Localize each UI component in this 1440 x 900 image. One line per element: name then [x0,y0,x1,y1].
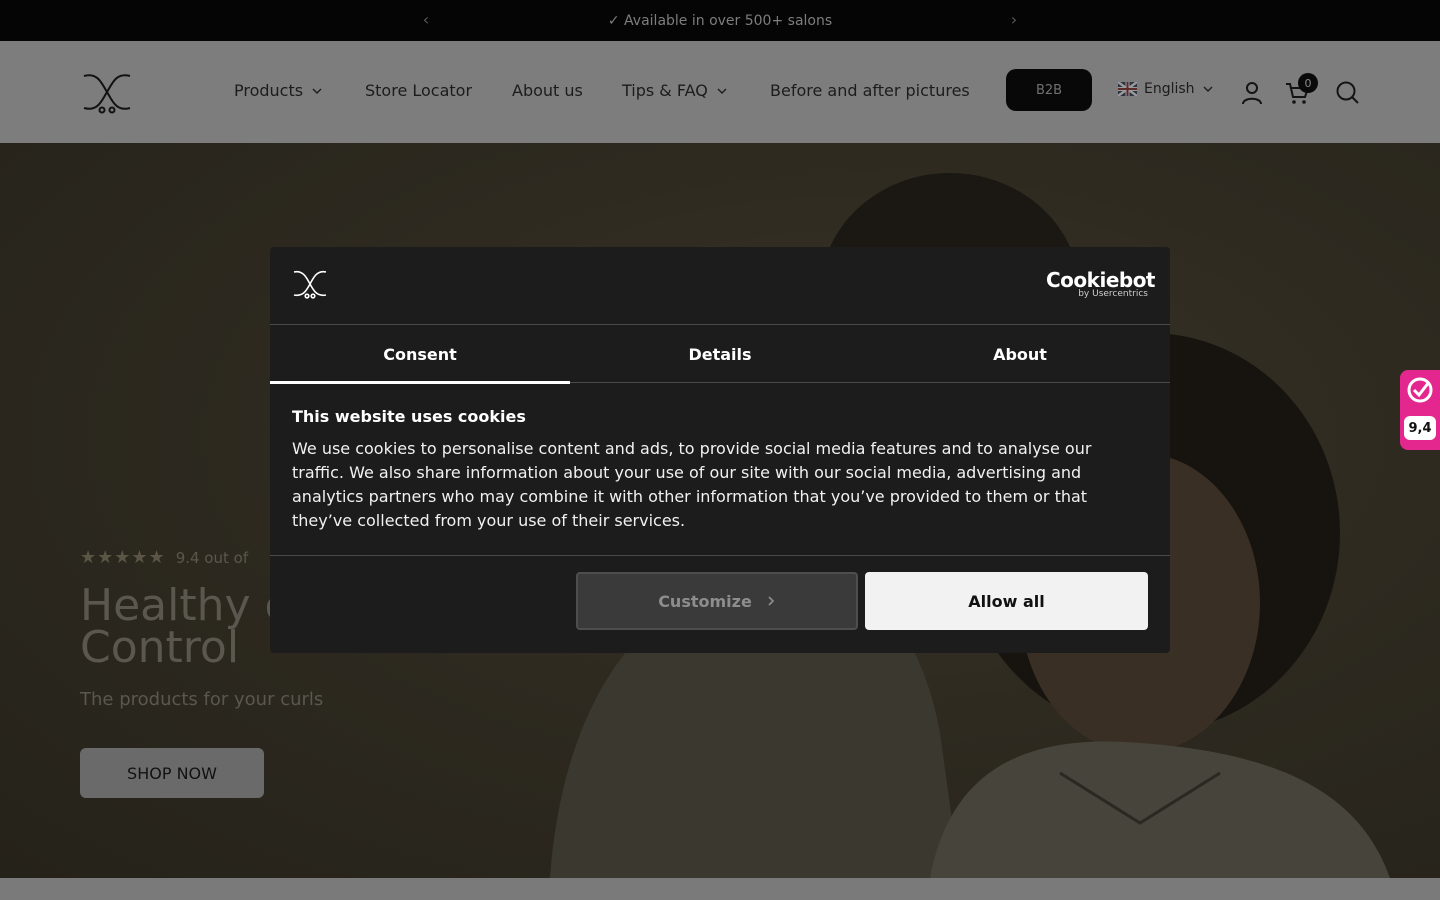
cookie-actions: Customize Allow all [270,555,1170,653]
language-selector[interactable]: English [1118,81,1214,97]
hero-subtitle: The products for your curls [80,689,324,710]
allow-all-button[interactable]: Allow all [865,572,1148,630]
brand-logo-icon [293,270,327,299]
tab-details[interactable]: Details [570,325,870,383]
nav-store-locator[interactable]: Store Locator [365,81,472,100]
announcement-text: ✓ Available in over 500+ salons [607,12,833,29]
chevron-down-icon [717,88,727,94]
announcement-bar: ‹ ✓ Available in over 500+ salons › [0,0,1440,41]
search-icon[interactable] [1335,80,1361,106]
chevron-left-icon[interactable]: ‹ [417,11,435,29]
hero-rating: ★★★★★ 9.4 out of [80,547,248,568]
nav-before-after[interactable]: Before and after pictures [770,81,970,100]
consent-tabs: Consent Details About [270,324,1170,384]
b2b-button[interactable]: B2B [1006,69,1092,111]
rating-text: 9.4 out of [175,548,249,567]
brand-logo-icon[interactable] [80,70,134,114]
cookie-consent-dialog: Cookiebot by Usercentrics Consent Detail… [270,247,1170,653]
rating-stars: ★★★★★ [80,547,166,568]
uk-flag-icon [1118,82,1137,96]
cookie-heading: This website uses cookies [292,407,526,426]
cookie-body-text: We use cookies to personalise content an… [292,439,1092,530]
chevron-right-icon [768,596,774,606]
bottom-strip [0,878,1440,900]
nav-tips-faq[interactable]: Tips & FAQ [622,81,728,100]
language-label: English [1144,81,1195,97]
nav-products[interactable]: Products [234,81,323,100]
chevron-right-icon[interactable]: › [1005,11,1023,29]
shop-now-button[interactable]: SHOP NOW [80,748,264,798]
trust-score: 9,4 [1404,416,1436,440]
chevron-down-icon [1203,86,1213,92]
chevron-down-icon [312,88,322,94]
site-header: Products Store Locator About us Tips & F… [0,41,1440,143]
tab-about[interactable]: About [870,325,1170,383]
nav-about-us[interactable]: About us [512,81,583,100]
customize-button[interactable]: Customize [576,572,858,630]
cart-count-badge: 0 [1298,73,1318,93]
tab-consent[interactable]: Consent [270,325,570,384]
cookiebot-logo[interactable]: Cookiebot by Usercentrics [1046,269,1156,301]
account-icon[interactable] [1239,80,1265,106]
trust-rating-widget[interactable]: 9,4 [1400,370,1440,450]
checkmark-badge-icon [1407,377,1433,403]
